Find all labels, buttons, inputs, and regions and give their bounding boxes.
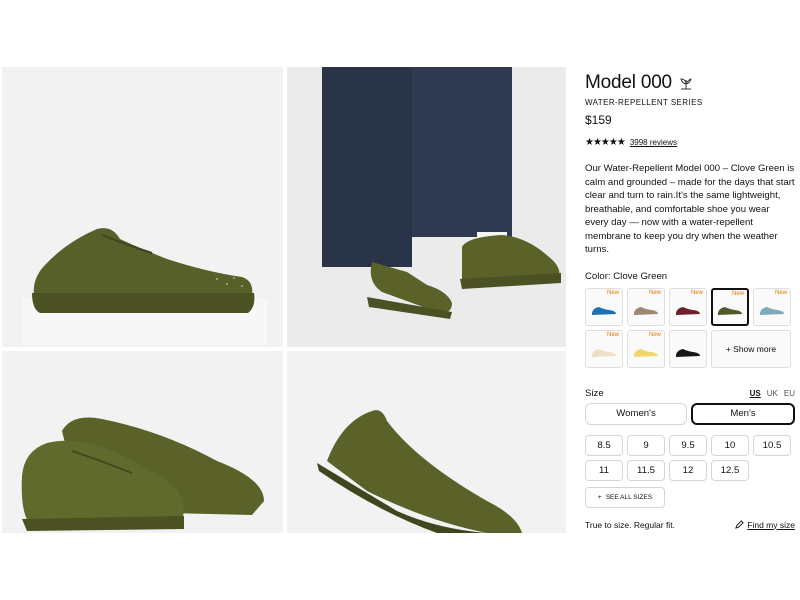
size-option[interactable]: 11: [585, 459, 623, 481]
unit-eu[interactable]: EU: [784, 389, 795, 398]
see-all-sizes-button[interactable]: + SEE ALL SIZES: [585, 486, 665, 508]
size-option[interactable]: 12.5: [711, 459, 749, 481]
rating-row: ★★★★★ 3998 reviews: [585, 137, 795, 148]
title-row: Model 000: [585, 72, 795, 94]
size-option[interactable]: 11.5: [627, 459, 665, 481]
fit-row: True to size. Regular fit. Find my size: [585, 520, 795, 530]
new-badge: New: [690, 289, 703, 296]
find-my-size-link[interactable]: Find my size: [735, 520, 795, 530]
shoe-thumbnail-icon: [592, 306, 616, 315]
shoe-side-illustration: [22, 228, 267, 345]
color-swatch[interactable]: New: [669, 287, 707, 326]
shoe-thumbnail-icon: [676, 348, 700, 357]
shoe-thumbnail-icon: [634, 348, 658, 357]
plus-icon: +: [597, 493, 602, 501]
pencil-icon: [735, 520, 745, 529]
shoe-thumbnail-icon: [760, 306, 784, 315]
shoe-pair-illustration: [21, 417, 264, 531]
size-option[interactable]: 10: [711, 434, 749, 456]
size-units: US UK EU: [750, 389, 795, 398]
sustainability-leaf-icon: [680, 78, 692, 90]
unit-us[interactable]: US: [750, 389, 761, 398]
gender-toggle: Women's Men's: [585, 402, 795, 425]
product-title: Model 000: [585, 72, 672, 93]
shoe-thumbnail-icon: [676, 306, 700, 315]
color-swatch[interactable]: New: [627, 329, 665, 368]
color-swatch[interactable]: New: [627, 287, 665, 326]
new-badge: New: [606, 331, 619, 338]
color-swatch[interactable]: New: [585, 287, 623, 326]
womens-button[interactable]: Women's: [585, 402, 687, 425]
see-all-sizes-label: SEE ALL SIZES: [605, 493, 653, 501]
shoe-thumbnail-icon: [718, 306, 742, 315]
product-description: Our Water-Repellent Model 000 – Clove Gr…: [585, 163, 795, 255]
reviews-link[interactable]: 3998 reviews: [630, 138, 677, 147]
color-swatch[interactable]: [669, 329, 707, 368]
new-badge: New: [774, 289, 787, 296]
gallery-image-sole[interactable]: [287, 351, 566, 533]
show-more-colors-button[interactable]: + Show more: [711, 329, 791, 368]
shoe-thumbnail-icon: [592, 348, 616, 357]
mens-button[interactable]: Men's: [691, 402, 795, 425]
size-grid: 8.5 9 9.5 10 10.5 11 11.5 12 12.5: [585, 434, 795, 481]
new-badge: New: [606, 289, 619, 296]
new-badge: New: [731, 290, 744, 297]
size-option[interactable]: 10.5: [753, 434, 791, 456]
size-option[interactable]: 9.5: [669, 434, 707, 456]
unit-uk[interactable]: UK: [767, 389, 778, 398]
color-swatch[interactable]: New: [711, 287, 749, 326]
star-rating-icon: ★★★★★: [585, 137, 626, 148]
size-option[interactable]: 12: [669, 459, 707, 481]
color-label: Color: Clove Green: [585, 270, 668, 282]
gallery-image-side[interactable]: [2, 67, 283, 347]
gallery-image-worn[interactable]: [287, 67, 566, 347]
color-swatch[interactable]: New: [753, 287, 791, 326]
product-series: WATER-REPELLENT SERIES: [585, 98, 703, 107]
gallery-image-pair[interactable]: [2, 351, 283, 533]
new-badge: New: [648, 331, 661, 338]
shoe-sole-illustration: [317, 410, 522, 533]
shoe-thumbnail-icon: [634, 306, 658, 315]
product-price: $159: [585, 113, 612, 127]
size-option[interactable]: 9: [627, 434, 665, 456]
color-swatch[interactable]: New: [585, 329, 623, 368]
color-swatch-grid: New New New New New New New + Show more: [585, 287, 795, 368]
fit-note: True to size. Regular fit.: [585, 519, 675, 530]
product-info-panel: Model 000 WATER-REPELLENT SERIES $159 ★★…: [585, 72, 795, 530]
new-badge: New: [648, 289, 661, 296]
model-wearing-shoes-illustration: [322, 67, 561, 319]
size-option[interactable]: 8.5: [585, 434, 623, 456]
find-my-size-label: Find my size: [747, 519, 795, 530]
size-header: Size US UK EU: [585, 388, 795, 399]
size-label: Size: [585, 387, 604, 399]
